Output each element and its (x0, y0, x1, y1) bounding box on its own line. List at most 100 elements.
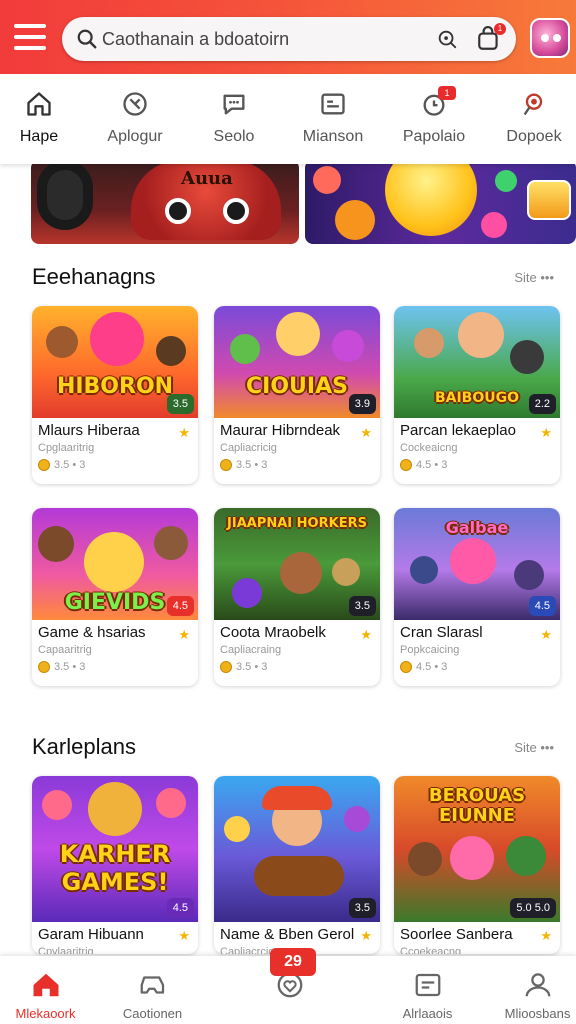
banner-title: Auua (181, 168, 233, 189)
game-thumbnail-title: KARHER GAMES! (59, 840, 171, 896)
category-label: Dopoek (506, 128, 562, 145)
game-card[interactable]: 3.5 Name & Bben Gerol ★ Capliacrcig (214, 776, 380, 954)
bottom-nav-home[interactable]: Mlekaoork (0, 956, 103, 1024)
star-icon[interactable]: ★ (540, 928, 552, 944)
section-more-link[interactable]: Site ••• (514, 740, 554, 755)
orb-graphic (335, 200, 375, 240)
star-icon[interactable]: ★ (540, 425, 552, 441)
star-icon[interactable]: ★ (178, 928, 190, 944)
game-subtitle: Cpylaaritrig (38, 946, 94, 954)
game-thumbnail: KARHER GAMES! 4.5 (32, 776, 198, 922)
game-subtitle: Cpglaaritrig (38, 442, 95, 454)
rating-pill: 3.5 (166, 394, 194, 414)
game-thumbnail-title: JIAAPNAI HORKERS (227, 516, 367, 531)
rating-pill: 3.5 (348, 596, 376, 616)
promo-banner-right[interactable] (305, 160, 576, 244)
coin-icon (400, 459, 412, 471)
bottom-nav-label: Mlekaoork (15, 1006, 76, 1021)
bottom-nav-label: Caotionen (122, 1006, 183, 1021)
section-more-link[interactable]: Site ••• (514, 270, 554, 285)
category-label: Aplogur (107, 128, 163, 145)
rating-pill: 4.5 (166, 596, 194, 616)
category-aplogur[interactable]: Aplogur (87, 74, 183, 164)
star-icon[interactable]: ★ (360, 627, 372, 643)
rating-pill: 3.5 (348, 898, 376, 918)
pin-icon (523, 93, 543, 116)
scan-icon[interactable] (436, 28, 458, 50)
game-card[interactable]: BAIBOUGO 2.2 Parcan lekaeplao ★ Cockeaic… (394, 306, 560, 484)
game-thumbnail: CIOUIAS 3.9 (214, 306, 380, 418)
list-window-icon (321, 93, 345, 115)
home-icon (33, 973, 59, 997)
bottom-nav-alrlaaois[interactable]: Alrlaaois (370, 956, 485, 1024)
banner-play-button[interactable] (527, 180, 571, 220)
game-thumbnail: 3.5 (214, 776, 380, 922)
game-thumbnail: JIAAPNAI HORKERS 3.5 (214, 508, 380, 620)
star-icon[interactable]: ★ (178, 425, 190, 441)
category-label: Seolo (213, 128, 255, 145)
coin-icon (220, 459, 232, 471)
app-page: Caothanain a bdoatoirn 1 Hape Aplogur Se… (0, 0, 576, 1024)
star-icon[interactable]: ★ (540, 627, 552, 643)
game-card[interactable]: JIAAPNAI HORKERS 3.5 Coota Mraobelk ★ Ca… (214, 508, 380, 686)
cart-badge: 1 (494, 23, 506, 35)
game-title: Mlaurs Hiberaa (38, 422, 140, 439)
game-subtitle: Capliacrcig (220, 946, 275, 954)
game-meta: 3.5 • 3 (220, 458, 267, 472)
game-card[interactable]: GIEVIDS 4.5 Game & hsarias ★ Capaaritrig… (32, 508, 198, 686)
game-subtitle: Capliacricig (220, 442, 277, 454)
top-header: Caothanain a bdoatoirn 1 (0, 0, 576, 74)
rating-pill: 3.9 (348, 394, 376, 414)
game-card[interactable]: KARHER GAMES! 4.5 Garam Hibuann ★ Cpylaa… (32, 776, 198, 954)
orb-graphic (495, 170, 517, 192)
coin-icon (38, 459, 50, 471)
section-title: Karleplans (32, 734, 136, 759)
menu-icon[interactable] (14, 24, 46, 50)
home-icon (27, 92, 51, 116)
game-card[interactable]: Galbae 4.5 Cran Slarasl ★ Popkcaicing 4.… (394, 508, 560, 686)
search-bar[interactable]: Caothanain a bdoatoirn 1 (62, 17, 516, 61)
game-subtitle: Cockeaicng (400, 442, 458, 454)
cart-button[interactable]: 1 (476, 23, 506, 52)
game-meta: 4.5 • 3 (400, 458, 447, 472)
section-title: Eeehanagns (32, 264, 156, 289)
game-card[interactable]: HIBORON 3.5 Mlaurs Hiberaa ★ Cpglaaritri… (32, 306, 198, 484)
rating-pill: 4.5 (166, 898, 194, 918)
star-icon[interactable]: ★ (360, 928, 372, 944)
game-meta: 3.5 • 3 (38, 458, 85, 472)
game-title: Garam Hibuann (38, 926, 144, 943)
game-subtitle: Ccoekeacng (400, 946, 462, 954)
game-thumbnail: GIEVIDS 4.5 (32, 508, 198, 620)
game-meta: 4.5 • 3 (400, 660, 447, 674)
avatar[interactable] (530, 18, 570, 58)
category-label: Papolaio (402, 128, 466, 145)
message-icon (415, 973, 441, 997)
tire-graphic (37, 160, 93, 230)
coin-icon (220, 661, 232, 673)
star-icon[interactable]: ★ (360, 425, 372, 441)
promo-banner-left[interactable]: Auua (31, 160, 299, 244)
bottom-nav-label: Mlioosbans (504, 1006, 571, 1021)
game-title: Maurar Hibrndeak (220, 422, 341, 439)
category-seolo[interactable]: Seolo (186, 74, 282, 164)
coin-icon (38, 661, 50, 673)
game-meta: 3.5 • 3 (38, 660, 85, 674)
search-input[interactable]: Caothanain a bdoatoirn (102, 29, 289, 50)
category-dopoek[interactable]: Dopoek (486, 74, 576, 164)
rating-pill: 2.2 (528, 394, 556, 414)
category-papolaio[interactable]: 1 Papolaio (386, 74, 482, 164)
search-icon (77, 29, 97, 49)
bottom-nav-caotionen[interactable]: Caotionen (95, 956, 210, 1024)
bottom-nav-mlioosbans[interactable]: Mlioosbans (480, 956, 576, 1024)
game-thumbnail-title: Galbae (445, 518, 509, 537)
star-icon[interactable]: ★ (178, 627, 190, 643)
game-card[interactable]: BEROUAS EIUNNE 5.0 5.0 Soorlee Sanbera ★… (394, 776, 560, 954)
game-title: Cran Slarasl (400, 624, 483, 641)
category-home[interactable]: Hape (0, 74, 87, 164)
game-title: Soorlee Sanbera (400, 926, 513, 943)
game-thumbnail-title: BEROUAS EIUNNE (428, 785, 526, 826)
category-mianson[interactable]: Mianson (285, 74, 381, 164)
game-thumbnail: Galbae 4.5 (394, 508, 560, 620)
game-card[interactable]: CIOUIAS 3.9 Maurar Hibrndeak ★ Capliacri… (214, 306, 380, 484)
category-label: Mianson (302, 128, 364, 145)
